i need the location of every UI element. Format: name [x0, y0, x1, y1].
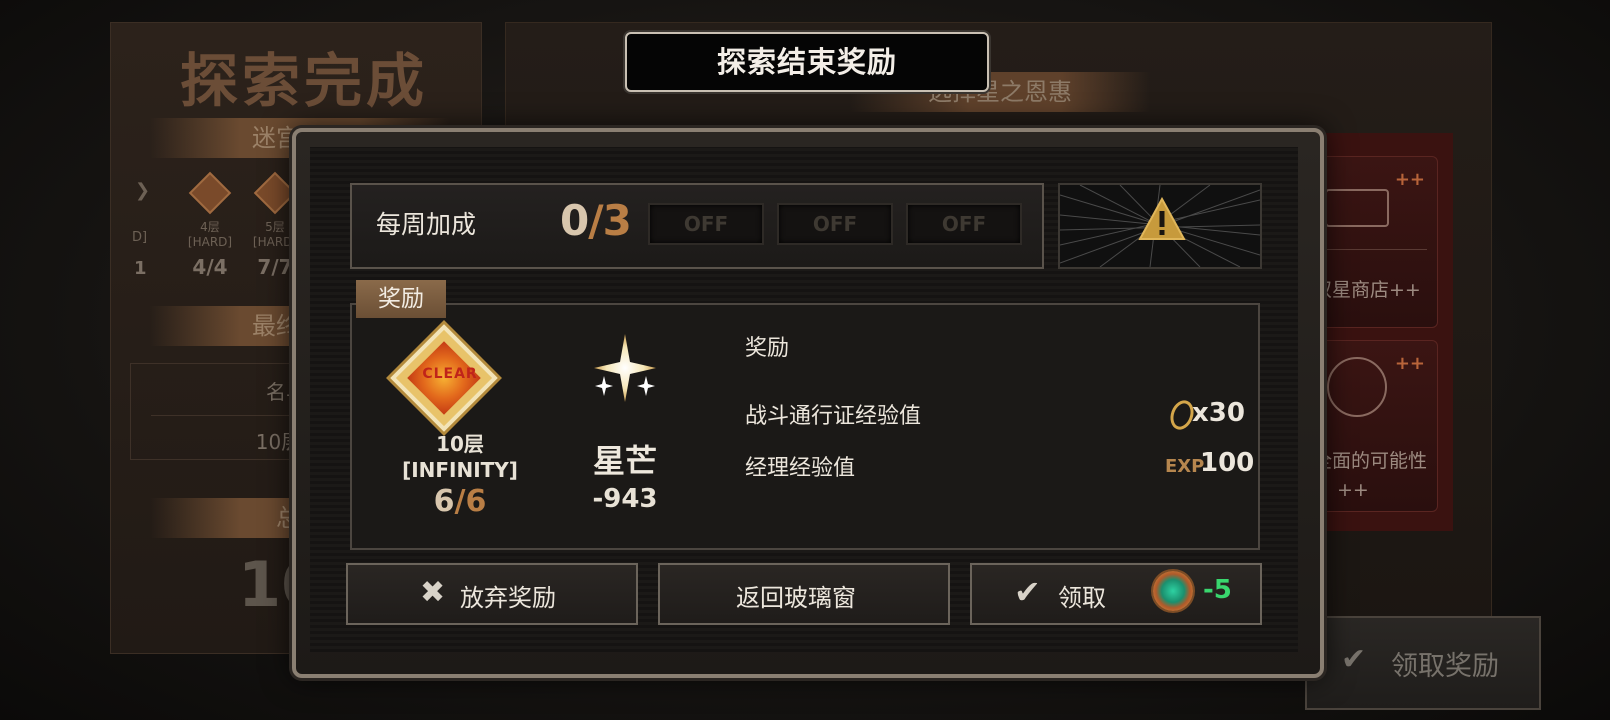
reward-header-title: 探索结束奖励 [716, 45, 897, 79]
discard-reward-label: 放弃奖励 [460, 584, 556, 612]
scroll-left-icon[interactable]: ❯ [135, 180, 150, 201]
close-icon: ✖ [420, 575, 446, 610]
bonus-slot-3: OFF [906, 203, 1022, 245]
return-label: 返回玻璃窗 [736, 584, 856, 612]
card-sub: ++ [1337, 479, 1369, 501]
floor-count-fragment: 1 [134, 258, 147, 279]
reward-header: 探索结束奖励 [625, 32, 989, 92]
starlight-value: -943 [592, 484, 658, 514]
weekly-bonus-count: 0/3 [560, 196, 632, 245]
cleared-floor-progress: 6/6 [400, 484, 520, 519]
battle-pass-exp-value: x30 [1192, 398, 1245, 428]
atom-icon [1327, 357, 1387, 417]
exp-tag: EXP [1165, 456, 1205, 477]
warning-icon [1138, 196, 1186, 245]
shop-icon [1325, 189, 1389, 227]
floor-diamond-icon [188, 171, 232, 215]
slot-label: OFF [683, 212, 729, 236]
manager-exp-label: 经理经验值 [745, 456, 856, 481]
weekly-bonus-label: 每周加成 [376, 210, 477, 239]
exploration-complete-title: 探索完成 [180, 47, 429, 115]
claim-all-label: 领取奖励 [1391, 651, 1499, 682]
manager-exp-value: 100 [1200, 448, 1255, 478]
check-icon: ✔ [1341, 642, 1367, 677]
starlight-icon [580, 330, 670, 410]
floor-name: 4层 [200, 220, 220, 234]
floor-node-4[interactable]: 4层 [HARD] 4/4 [180, 171, 240, 279]
cleared-floor-name: 10层 [436, 432, 484, 456]
module-token-icon [1153, 571, 1193, 611]
bonus-max: 3 [602, 196, 632, 245]
return-to-window-button[interactable]: 返回玻璃窗 [658, 563, 950, 625]
clear-badge-text: CLEAR [422, 366, 478, 382]
slot-label: OFF [941, 212, 987, 236]
claim-label: 领取 [1058, 584, 1106, 612]
floor-diamond-icon [253, 171, 297, 215]
blessing-card-possibility[interactable]: ++ 全面的可能性 ++ [1306, 340, 1438, 512]
discard-reward-button[interactable]: ✖ 放弃奖励 [346, 563, 638, 625]
starlight-name: 星芒 [592, 442, 657, 480]
bonus-slot-1: OFF [648, 203, 764, 245]
card-label: 双星商店++ [1313, 279, 1421, 301]
check-icon: ✔ [1014, 573, 1041, 611]
bonus-slash: / [588, 196, 603, 245]
card-divider [1317, 249, 1427, 250]
floor-slash: / [454, 484, 466, 519]
floor-difficulty: [HARD] [187, 235, 233, 249]
card-plus: ++ [1394, 353, 1425, 374]
claim-cost-value: -5 [1203, 575, 1232, 605]
card-plus: ++ [1394, 169, 1425, 190]
floor-current: 6 [433, 484, 455, 519]
slot-label: OFF [812, 212, 858, 236]
warning-panel[interactable] [1058, 183, 1262, 269]
battle-pass-exp-label: 战斗通行证经验值 [745, 404, 922, 429]
floor-fragment: D] [132, 230, 148, 245]
reward-list-title: 奖励 [745, 336, 790, 361]
card-label: 全面的可能性 [1313, 450, 1428, 472]
blessing-card-shop[interactable]: ++ 双星商店++ [1306, 156, 1438, 328]
cleared-floor-difficulty: [INFINITY] [402, 458, 518, 482]
floor-count: 4/4 [192, 255, 228, 279]
bonus-current: 0 [560, 196, 589, 245]
claim-all-rewards-button[interactable]: ✔ 领取奖励 [1305, 616, 1541, 710]
reward-tab: 奖励 [356, 280, 446, 318]
floor-max: 6 [465, 484, 487, 519]
bonus-slot-2: OFF [777, 203, 893, 245]
reward-tab-label: 奖励 [378, 286, 424, 312]
